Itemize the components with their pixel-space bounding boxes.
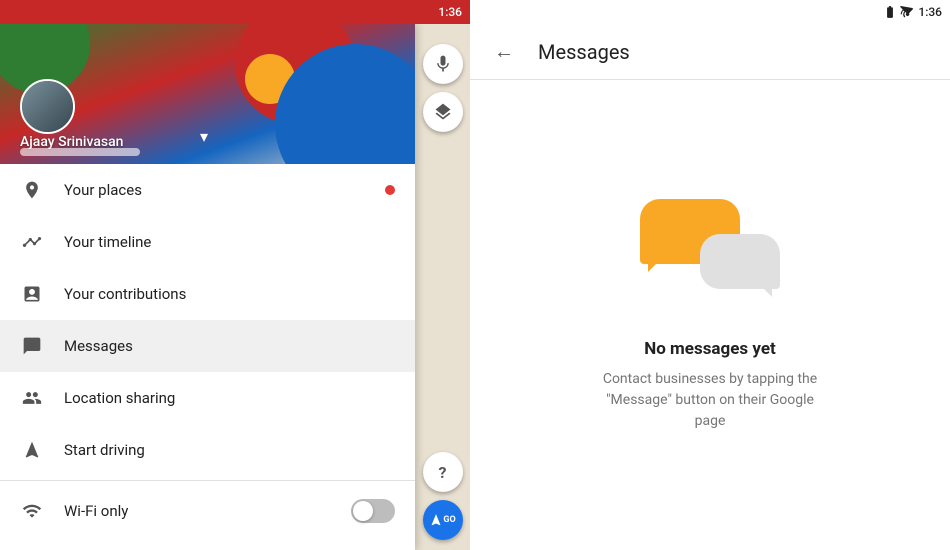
- menu-label-wifi-only: Wi-Fi only: [64, 502, 351, 520]
- menu-item-offline-maps[interactable]: Offline maps: [0, 537, 415, 550]
- avatar-image: [22, 81, 73, 132]
- notification-badge: [385, 185, 395, 195]
- menu-divider: [0, 480, 415, 481]
- user-email: [20, 148, 140, 156]
- menu-item-your-timeline[interactable]: Your timeline: [0, 216, 415, 268]
- wifi-toggle-thumb: [353, 501, 373, 521]
- menu-list: Your places Your timeline Your contribut…: [0, 164, 415, 550]
- user-avatar[interactable]: [20, 79, 75, 134]
- menu-item-location-sharing[interactable]: Location sharing: [0, 372, 415, 424]
- menu-label-location-sharing: Location sharing: [64, 389, 395, 407]
- wifi-toggle[interactable]: [351, 499, 395, 523]
- status-icons-right: [883, 5, 914, 19]
- status-time-left: 1:36: [438, 5, 462, 19]
- menu-label-start-driving: Start driving: [64, 441, 395, 459]
- chat-illustration: [640, 199, 780, 309]
- account-dropdown-icon[interactable]: ▾: [200, 127, 208, 146]
- message-icon: [20, 334, 44, 358]
- go-button[interactable]: GO: [423, 500, 463, 540]
- menu-item-wifi-only[interactable]: Wi-Fi only: [0, 485, 415, 537]
- layers-button[interactable]: [423, 92, 463, 132]
- messages-title: Messages: [538, 40, 630, 64]
- status-bar-right: 1:36: [470, 0, 950, 24]
- wifi-icon: [20, 499, 44, 523]
- menu-label-messages: Messages: [64, 337, 395, 355]
- contributions-icon: [20, 282, 44, 306]
- location-pin-icon: [20, 178, 44, 202]
- menu-item-start-driving[interactable]: Start driving: [0, 424, 415, 476]
- menu-label-your-timeline: Your timeline: [64, 233, 395, 251]
- status-bar-left: 1:36: [0, 0, 470, 24]
- menu-item-your-contributions[interactable]: Your contributions: [0, 268, 415, 320]
- drawer-header: Ajaay Srinivasan ▾: [0, 24, 415, 164]
- menu-label-your-places: Your places: [64, 181, 385, 199]
- menu-item-your-places[interactable]: Your places: [0, 164, 415, 216]
- no-messages-title: No messages yet: [644, 339, 776, 359]
- timeline-icon: [20, 230, 44, 254]
- messages-header: ← Messages: [470, 24, 950, 80]
- navigation-icon: [20, 438, 44, 462]
- messages-empty-state: No messages yet Contact businesses by ta…: [470, 80, 950, 550]
- bubble-right: [700, 234, 780, 289]
- navigation-drawer: Ajaay Srinivasan ▾ Your places Your time…: [0, 24, 415, 550]
- map-controls: ? GO: [415, 24, 470, 550]
- back-button[interactable]: ←: [486, 34, 522, 70]
- menu-label-your-contributions: Your contributions: [64, 285, 395, 303]
- status-time-right: 1:36: [918, 5, 942, 19]
- menu-item-messages[interactable]: Messages: [0, 320, 415, 372]
- person-pin-icon: [20, 386, 44, 410]
- help-button[interactable]: ?: [423, 452, 463, 492]
- no-messages-subtitle: Contact businesses by tapping the "Messa…: [590, 369, 830, 432]
- left-panel: 1:36 Ajaay Srinivasan ▾ Your places: [0, 0, 470, 550]
- right-panel: 1:36 ← Messages No messages yet Contact …: [470, 0, 950, 550]
- microphone-button[interactable]: [423, 44, 463, 84]
